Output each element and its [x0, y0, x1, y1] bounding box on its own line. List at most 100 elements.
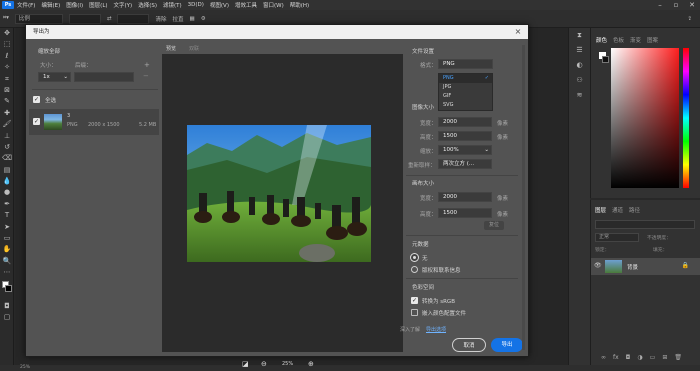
- menu-layer[interactable]: 图层(L): [89, 1, 107, 9]
- lasso-tool-icon[interactable]: ℓ: [0, 51, 14, 62]
- shape-tool-icon[interactable]: ▭: [0, 233, 14, 244]
- tab-paths[interactable]: 路径: [629, 206, 640, 214]
- menu-type[interactable]: 文字(Y): [114, 1, 133, 9]
- ratio-select[interactable]: 比例: [14, 13, 63, 24]
- gradient-tool-icon[interactable]: ▤: [0, 165, 14, 176]
- fit-view-icon[interactable]: ◪: [242, 360, 249, 368]
- zoom-in-icon[interactable]: ⊕: [308, 360, 314, 368]
- layer-row[interactable]: 👁 背景 🔒: [591, 258, 700, 275]
- format-option-gif[interactable]: GIF: [439, 92, 492, 101]
- convert-srgb-checkbox[interactable]: ✓: [411, 297, 418, 304]
- metadata-copyright-radio[interactable]: [411, 266, 418, 273]
- path-select-icon[interactable]: ➤: [0, 222, 14, 233]
- new-layer-icon[interactable]: ⊞: [662, 354, 667, 361]
- select-all-checkbox[interactable]: ✓: [33, 96, 40, 103]
- ratio-width-field[interactable]: [68, 13, 101, 24]
- format-option-svg[interactable]: SVG: [439, 101, 492, 110]
- eraser-icon[interactable]: ⌫: [0, 153, 14, 164]
- maximize-icon[interactable]: ▫: [668, 0, 684, 10]
- libraries-icon[interactable]: ⚇: [569, 73, 590, 88]
- grid-overlay-icon[interactable]: ▦: [190, 16, 195, 22]
- zoom-out-icon[interactable]: ⊖: [261, 360, 267, 368]
- properties-icon[interactable]: ☰: [569, 43, 590, 58]
- healing-brush-icon[interactable]: ✚: [0, 108, 14, 119]
- swap-icon[interactable]: ⇄: [107, 16, 112, 22]
- brush-tool-icon[interactable]: 🖌: [0, 119, 14, 130]
- hue-slider[interactable]: [683, 48, 689, 188]
- ratio-height-field[interactable]: [117, 13, 150, 24]
- color-swatches[interactable]: [0, 279, 13, 301]
- tab-layers[interactable]: 图层: [595, 206, 606, 214]
- paths-icon[interactable]: ≋: [569, 88, 590, 103]
- marquee-tool-icon[interactable]: ⬚: [0, 39, 14, 50]
- blend-mode-select[interactable]: 正常: [595, 233, 639, 242]
- straighten-button[interactable]: 拉直: [172, 15, 183, 23]
- add-scale-icon[interactable]: +: [144, 61, 150, 69]
- scale-select[interactable]: 1x ⌄: [38, 72, 71, 82]
- metadata-none-radio[interactable]: [410, 253, 419, 262]
- remove-scale-icon[interactable]: −: [143, 72, 149, 80]
- menu-select[interactable]: 选择(S): [138, 1, 157, 9]
- crop-tool-icon[interactable]: ⌗: [0, 74, 14, 85]
- menu-filter[interactable]: 滤镜(T): [163, 1, 182, 9]
- minimize-icon[interactable]: –: [652, 0, 668, 10]
- layer-name[interactable]: 背景: [627, 263, 638, 271]
- reset-button[interactable]: 复位: [484, 221, 504, 230]
- trash-icon[interactable]: 🗑: [674, 354, 682, 361]
- type-tool-icon[interactable]: T: [0, 210, 14, 221]
- tab-channels[interactable]: 通道: [612, 206, 623, 214]
- format-option-jpg[interactable]: JPG: [439, 83, 492, 92]
- tab-swatches[interactable]: 色板: [613, 36, 624, 44]
- history-brush-icon[interactable]: ↺: [0, 142, 14, 153]
- blur-tool-icon[interactable]: 💧: [0, 176, 14, 187]
- embed-profile-checkbox[interactable]: [411, 309, 418, 316]
- group-icon[interactable]: ▭: [650, 354, 656, 361]
- link-icon[interactable]: ∞: [601, 354, 606, 361]
- close-icon[interactable]: ✕: [684, 0, 700, 10]
- menu-plugins[interactable]: 增效工具: [235, 1, 257, 9]
- fx-icon[interactable]: fx: [613, 354, 619, 361]
- visibility-eye-icon[interactable]: 👁: [594, 262, 602, 269]
- cancel-button[interactable]: 取消: [452, 338, 486, 352]
- tab-patterns[interactable]: 图案: [647, 36, 658, 44]
- settings-scrollbar[interactable]: [522, 45, 525, 350]
- format-select[interactable]: PNG: [438, 59, 493, 69]
- layer-filter[interactable]: [595, 220, 695, 229]
- tab-compare[interactable]: 双联: [189, 45, 199, 52]
- adjustments-icon[interactable]: ◐: [569, 58, 590, 73]
- magic-wand-icon[interactable]: ✧: [0, 62, 14, 73]
- screen-mode-icon[interactable]: ▢: [0, 312, 14, 323]
- settings-gear-icon[interactable]: ⚙: [201, 16, 206, 22]
- asset-row[interactable]: ✓ 3 PNG 2000 x 1500 5.2 MB: [29, 109, 159, 135]
- mask-icon[interactable]: ◘: [626, 354, 631, 361]
- tab-preview[interactable]: 预览: [166, 45, 176, 52]
- more-tools-icon[interactable]: ⋯: [0, 267, 14, 278]
- height-input[interactable]: 1500: [438, 131, 492, 141]
- eyedropper-icon[interactable]: ✎: [0, 96, 14, 107]
- menu-file[interactable]: 文件(F): [17, 1, 35, 9]
- tab-gradients[interactable]: 渐变: [630, 36, 641, 44]
- width-input[interactable]: 2000: [438, 117, 492, 127]
- crop-tool-icon[interactable]: ⌗▾: [3, 15, 9, 22]
- adjustment-layer-icon[interactable]: ◑: [637, 354, 642, 361]
- share-icon[interactable]: ⇪: [687, 16, 692, 22]
- tab-color[interactable]: 颜色: [596, 36, 607, 44]
- background-color[interactable]: [5, 284, 12, 292]
- history-icon[interactable]: ⧗: [569, 28, 590, 43]
- resample-select[interactable]: 两次立方 (...: [438, 159, 492, 169]
- scale-percent-select[interactable]: 100% ⌄: [438, 145, 492, 155]
- pen-tool-icon[interactable]: ✒: [0, 199, 14, 210]
- menu-help[interactable]: 帮助(H): [290, 1, 309, 9]
- hand-tool-icon[interactable]: ✋: [0, 244, 14, 255]
- move-tool-icon[interactable]: ✥: [0, 28, 14, 39]
- zoom-tool-icon[interactable]: 🔍: [0, 256, 14, 267]
- export-options-link[interactable]: 导出选项: [426, 326, 446, 333]
- menu-image[interactable]: 图像(I): [66, 1, 83, 9]
- menu-edit[interactable]: 编辑(E): [41, 1, 60, 9]
- quick-mask-icon[interactable]: ◘: [0, 301, 14, 312]
- asset-checkbox[interactable]: ✓: [33, 118, 40, 125]
- suffix-input[interactable]: [74, 72, 134, 82]
- menu-view[interactable]: 视图(V): [210, 1, 229, 9]
- dodge-tool-icon[interactable]: ●: [0, 187, 14, 198]
- dialog-close-icon[interactable]: ×: [512, 25, 524, 39]
